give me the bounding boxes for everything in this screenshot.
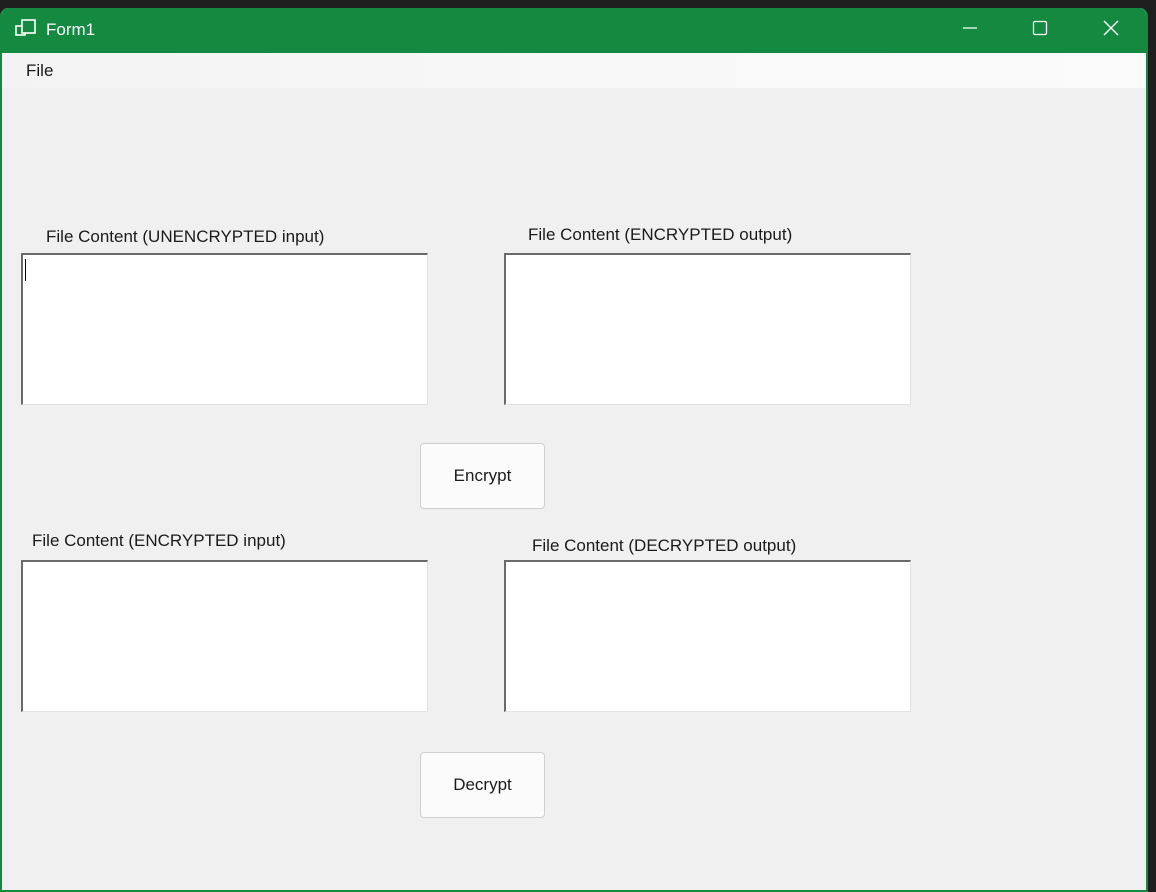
encrypted-output-textbox[interactable] — [504, 253, 911, 405]
unencrypted-input-label: File Content (UNENCRYPTED input) — [46, 227, 325, 246]
app-icon — [15, 19, 37, 39]
encrypted-input-textbox[interactable] — [21, 560, 428, 712]
app-window: Form1 File File Content (UNENCRYPTED inp… — [0, 8, 1148, 892]
encrypt-button[interactable]: Encrypt — [420, 443, 545, 509]
maximize-button[interactable] — [1005, 8, 1075, 53]
text-caret — [25, 259, 26, 281]
encrypted-output-label: File Content (ENCRYPTED output) — [528, 225, 793, 244]
decrypted-output-textbox[interactable] — [504, 560, 911, 712]
menu-item-file[interactable]: File — [20, 60, 59, 82]
unencrypted-input-textbox[interactable] — [21, 253, 428, 405]
title-bar[interactable]: Form1 — [2, 8, 1146, 53]
minimize-button[interactable] — [935, 8, 1005, 53]
maximize-icon — [1032, 20, 1048, 41]
minimize-icon — [962, 20, 978, 41]
decrypted-output-label: File Content (DECRYPTED output) — [532, 536, 797, 555]
menu-bar: File — [2, 53, 1146, 88]
close-button[interactable] — [1076, 8, 1146, 53]
decrypt-button[interactable]: Decrypt — [420, 752, 545, 818]
close-icon — [1102, 19, 1120, 42]
window-title: Form1 — [46, 20, 96, 39]
encrypted-input-label: File Content (ENCRYPTED input) — [32, 531, 286, 550]
